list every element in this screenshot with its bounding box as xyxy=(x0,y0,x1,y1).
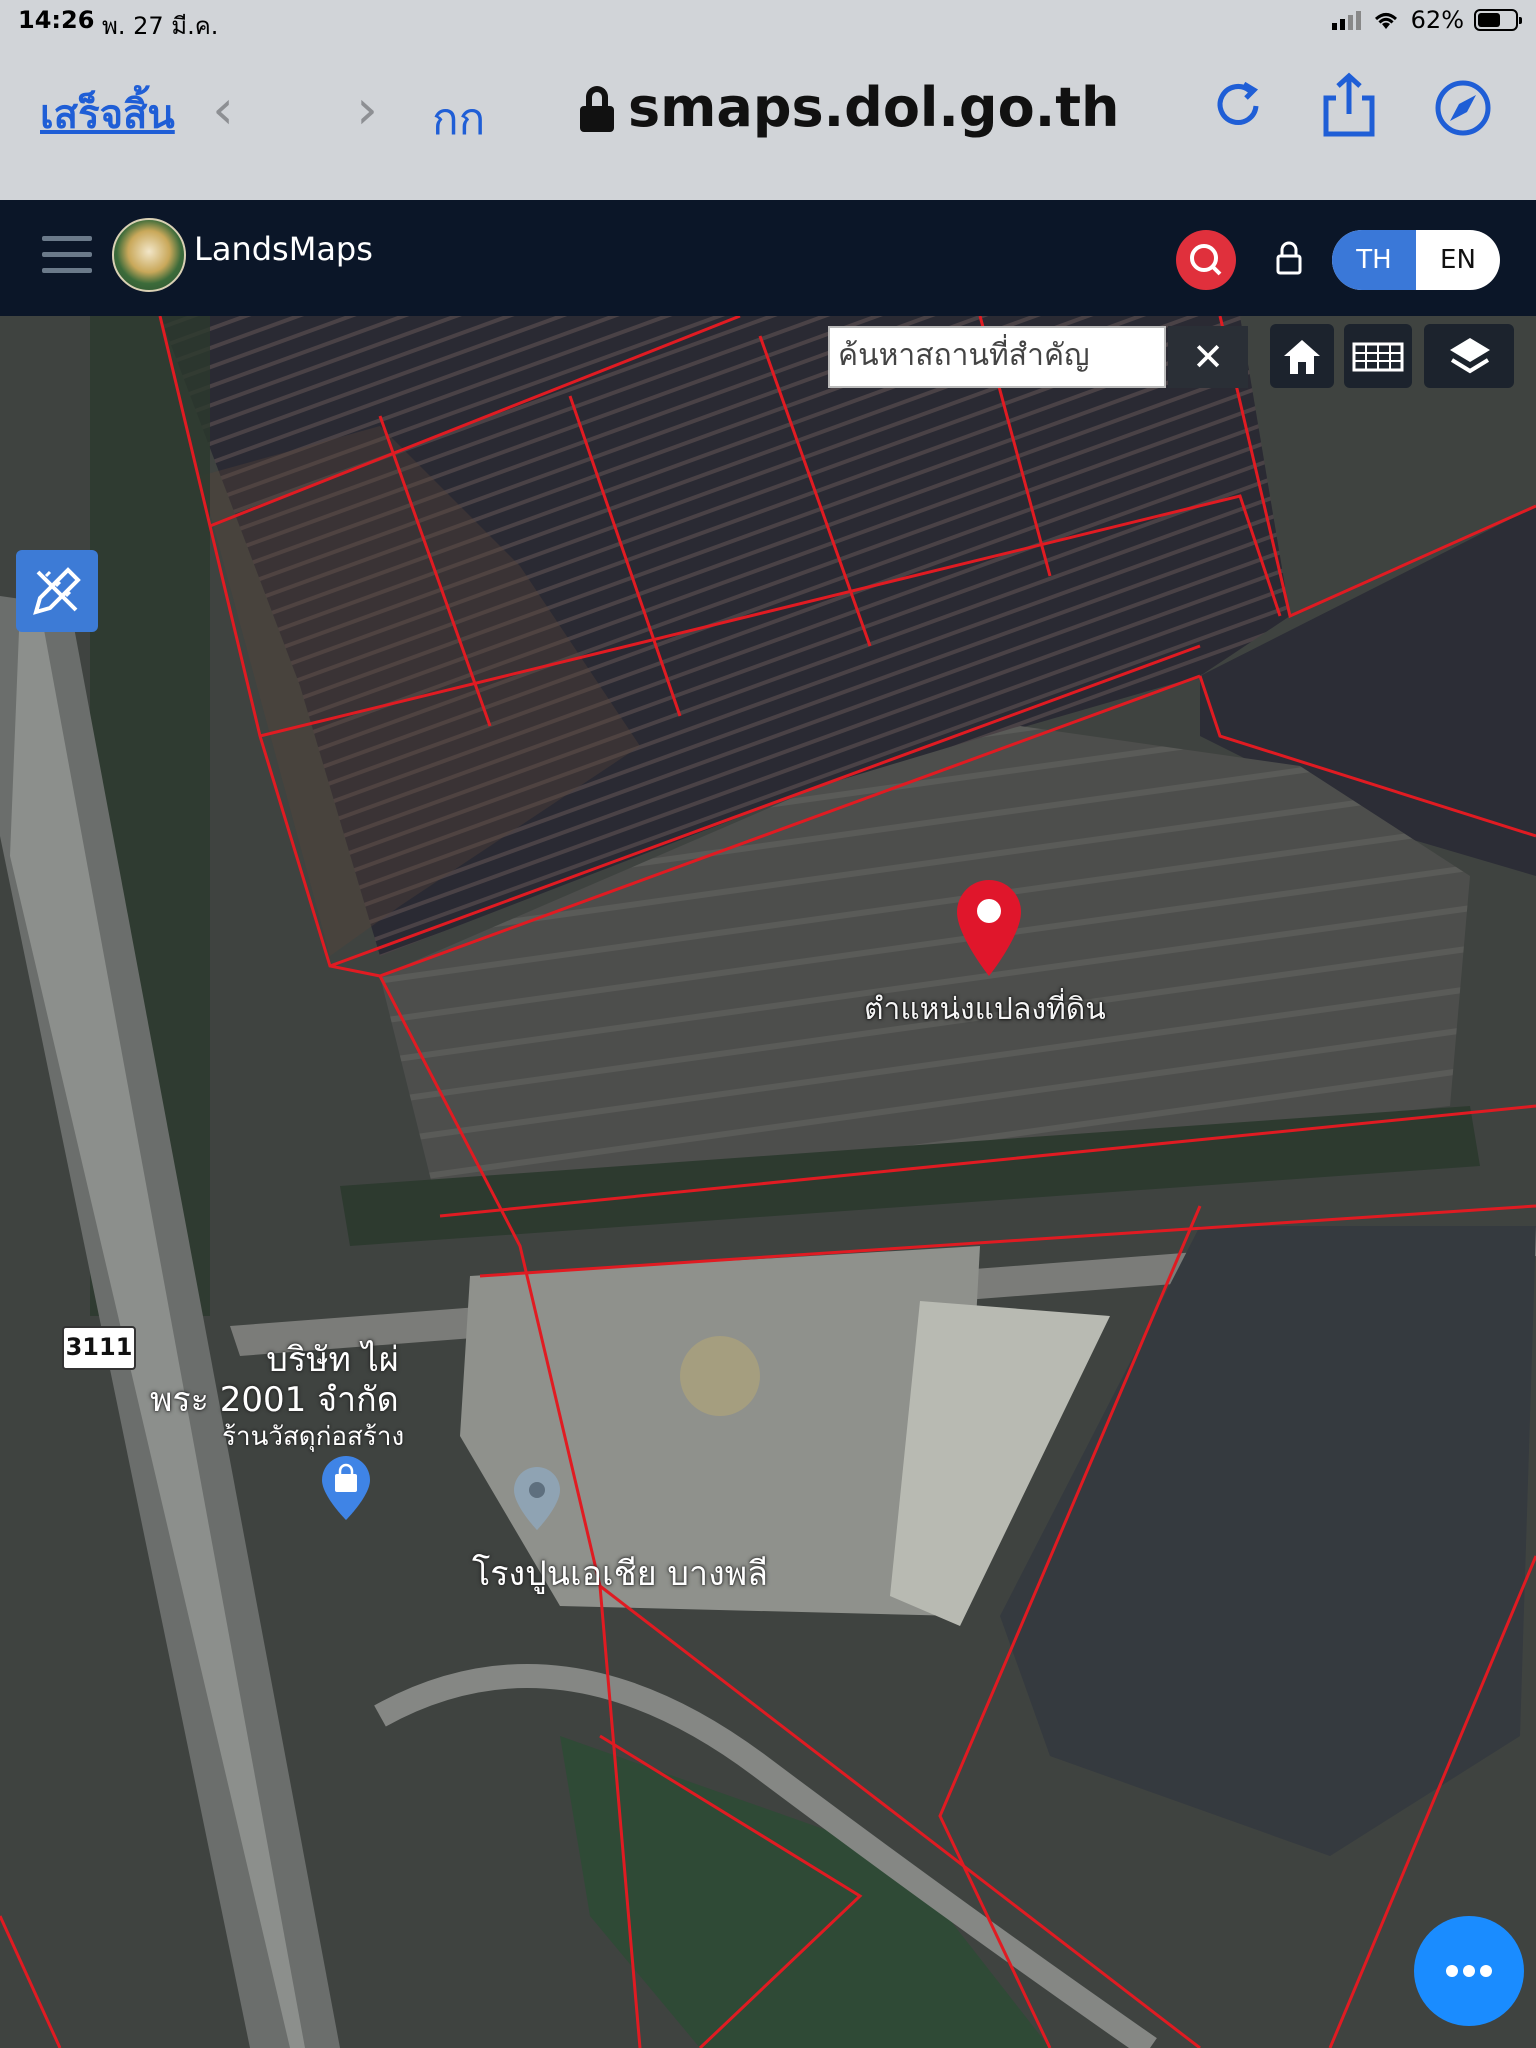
shopping-bag-pin-icon[interactable] xyxy=(318,1456,374,1522)
language-toggle: TH EN xyxy=(1332,230,1500,290)
text-size-button[interactable]: กก xyxy=(432,84,485,154)
road-3111-shield: 3111 xyxy=(62,1326,136,1370)
map-pin-icon[interactable] xyxy=(510,1466,564,1532)
share-icon[interactable] xyxy=(1314,70,1384,140)
search-icon xyxy=(1190,244,1222,276)
status-indicators: 62% xyxy=(1331,6,1522,34)
battery-icon xyxy=(1474,9,1522,31)
grid-icon xyxy=(1352,342,1404,372)
poi-company-line1: บริษัท ไผ่ xyxy=(266,1340,399,1380)
back-button[interactable]: ‹ xyxy=(198,80,248,140)
place-search-input[interactable]: ค้นหาสถานที่สำคัญ xyxy=(828,326,1166,388)
map-view[interactable]: ค้นหาสถานที่สำคัญ ✕ ตำแหน่งแปลงที่ดิน 31… xyxy=(0,316,1536,2048)
layers-button[interactable] xyxy=(1424,324,1514,388)
more-options-button[interactable] xyxy=(1414,1916,1524,2026)
url-text: smaps.dol.go.th xyxy=(628,76,1120,139)
layers-icon xyxy=(1450,338,1490,374)
draw-tool-button[interactable] xyxy=(16,550,98,632)
battery-percent: 62% xyxy=(1410,6,1464,34)
lock-icon xyxy=(580,85,614,132)
satellite-map[interactable] xyxy=(0,316,1536,2048)
poi-company-label: บริษัท ไผ่ พระ 2001 จำกัด xyxy=(150,1340,399,1420)
status-bar: 14:26 พ. 27 มี.ค. 62% xyxy=(0,0,1536,40)
address-bar[interactable]: smaps.dol.go.th xyxy=(580,76,1119,139)
poi-shop-label: ร้านวัสดุก่อสร้าง xyxy=(222,1422,405,1452)
grid-button[interactable] xyxy=(1344,324,1412,388)
pencil-ruler-icon xyxy=(33,567,81,615)
home-icon xyxy=(1284,340,1320,374)
clear-search-button[interactable]: ✕ xyxy=(1168,326,1248,388)
done-button[interactable]: เสร็จสิ้น xyxy=(40,82,175,146)
app-header: LandsMaps TH EN xyxy=(0,200,1536,316)
cellular-signal-icon xyxy=(1331,10,1361,30)
lang-en-button[interactable]: EN xyxy=(1416,230,1500,290)
status-time: 14:26 xyxy=(18,6,95,34)
brand-title: LandsMaps xyxy=(194,230,373,268)
wifi-icon xyxy=(1374,13,1397,29)
reload-icon[interactable] xyxy=(1204,70,1274,140)
parcel-location-pin-icon[interactable] xyxy=(954,878,1024,978)
parcel-location-label: ตำแหน่งแปลงที่ดิน xyxy=(864,992,1106,1027)
home-button[interactable] xyxy=(1270,324,1334,388)
browser-toolbar: เสร็จสิ้น ‹ › กก smaps.dol.go.th xyxy=(0,40,1536,200)
dol-logo xyxy=(112,218,186,292)
forward-button[interactable]: › xyxy=(342,80,392,140)
compass-icon[interactable] xyxy=(1428,70,1498,140)
poi-company-line2: พระ 2001 จำกัด xyxy=(150,1380,399,1420)
lang-th-button[interactable]: TH xyxy=(1332,230,1416,290)
menu-icon[interactable] xyxy=(42,236,92,276)
more-dots-icon xyxy=(1446,1965,1492,1977)
login-lock-icon[interactable] xyxy=(1274,240,1304,276)
search-button[interactable] xyxy=(1176,230,1236,290)
poi-cement-plant-label: โรงปูนเอเชีย บางพลี xyxy=(472,1554,768,1594)
